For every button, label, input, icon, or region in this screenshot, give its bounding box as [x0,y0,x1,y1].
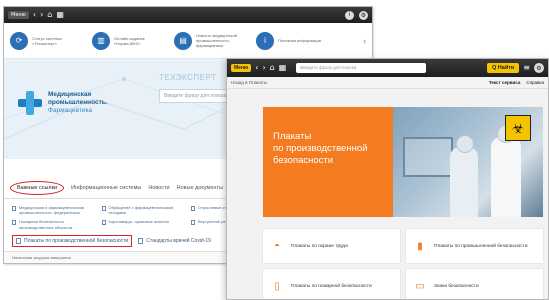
list-item[interactable]: Пожарная безопасность производственных о… [12,219,96,230]
toolbar: Меню ‹ › ⌂ ▦ Введите фразу для поиска Q … [227,59,548,77]
fire-extinguisher-icon: ▯ [274,280,280,292]
link-label: Пожарная безопасность производственных о… [19,219,72,230]
tab-info-systems[interactable]: Информационные системы [71,185,141,191]
document-icon: ▤ [174,31,192,50]
safety-posters-label: Плакаты по производственной безопасности [24,237,129,244]
quick-link-status[interactable]: ⟳ Статус системы «Техэксперт» [10,31,92,50]
quick-link-label: Новости медицинской промышленности, фарм… [196,33,238,48]
menu-button[interactable]: Меню [231,64,252,72]
covid-standards-link[interactable]: Стандарты врачей Covid-19 [138,237,211,244]
building-icon: ▥ [92,31,110,50]
settings-icon[interactable]: ⚙ [534,63,544,73]
document-icon [16,237,21,244]
settings-icon[interactable]: ⚙ [359,10,368,20]
back-icon[interactable]: ‹ [255,64,258,72]
lab-worker [491,125,521,217]
card-label: Плакаты по пожарной безопасности [291,283,372,289]
forward-icon[interactable]: › [262,64,265,72]
document-icon [101,206,106,211]
quick-link-label: Онлайн-издание «Норма.ЖКХ» [114,35,145,46]
poster-categories: ◓ Плакаты по охране труда ▮ Плакаты по п… [263,229,543,299]
quick-link-label: Статус системы «Техэксперт» [32,35,62,46]
card-safety-signs[interactable]: ▭ Знаки безопасности [406,269,543,299]
tab-help[interactable]: Справка [526,80,544,85]
card-label: Знаки безопасности [434,283,479,289]
hero-title-line3: Фармацевтика [48,106,93,114]
card-fire-safety[interactable]: ▯ Плакаты по пожарной безопасности [263,269,400,299]
info-icon[interactable]: i [345,10,354,20]
hero-title-line1: Медицинская [48,91,92,99]
search-input[interactable]: Введите фразу для поиска [296,63,427,73]
forward-icon[interactable]: › [40,11,43,19]
quick-link-norma[interactable]: ▥ Онлайн-издание «Норма.ЖКХ» [92,31,174,50]
document-icon [191,220,195,226]
helmet-icon: ◓ [273,240,281,252]
document-icon [101,220,106,226]
foreground-window: Меню ‹ › ⌂ ▦ Введите фразу для поиска Q … [226,58,549,300]
find-button[interactable]: Q Найти [487,63,520,73]
list-icon[interactable]: ≡ [523,64,530,72]
section-logo: Медицинская промышленность. Фармацевтика [18,91,123,115]
tab-new-documents[interactable]: Новые документы [177,185,223,191]
grid-icon[interactable]: ▦ [279,64,287,72]
info-icon: i [256,31,274,50]
link-label: Коронавирус: правовые аспекты [108,219,170,225]
covid-standards-label: Стандарты врачей Covid-19 [146,237,211,244]
quick-link-info[interactable]: i Полезная информация [256,31,338,50]
toolbar: Меню ‹ › ⌂ ▦ i ⚙ [4,7,372,23]
banner-title: Плакаты по производственной безопасности [273,131,393,167]
menu-button[interactable]: Меню [8,11,29,19]
card-labor-safety[interactable]: ◓ Плакаты по охране труда [263,229,400,263]
tab-important-links[interactable]: Важные ссылки [10,180,65,195]
link-label: Обращение с фармацевтическими отходами [108,205,174,216]
breadcrumb[interactable]: Назад в Плакаты [231,80,267,85]
list-item[interactable]: Обращение с фармацевтическими отходами [101,205,186,216]
back-icon[interactable]: ‹ [33,11,36,19]
link-label: Медицинская и фармацевтическая промышлен… [19,205,85,216]
list-item[interactable]: Медицинская и фармацевтическая промышлен… [12,205,96,215]
page-content: Плакаты по производственной безопасности… [227,89,548,299]
document-icon [12,220,16,226]
grid-icon[interactable]: ▦ [56,11,64,19]
list-item[interactable]: Коронавирус: правовые аспекты [101,219,186,229]
brand-watermark: ТЕХЭКСПЕРТ [159,73,217,82]
card-industrial-safety[interactable]: ▮ Плакаты по промышленной безопасности [406,229,543,263]
hero-title-line2: промышленность. [48,99,108,107]
lab-worker [450,135,478,217]
banner-line1: Плакаты [273,131,312,142]
tab-news[interactable]: Новости [148,185,169,191]
banner-line3: безопасности [273,154,334,166]
medical-cross-icon [18,91,42,115]
sub-toolbar: Назад в Плакаты Текст сервиса Справка [227,77,548,89]
card-label: Плакаты по промышленной безопасности [434,243,528,249]
home-icon[interactable]: ⌂ [270,64,275,72]
card-label: Плакаты по охране труда [291,243,348,249]
warning-sign-icon: ▭ [415,280,425,292]
quick-links-row: ⟳ Статус системы «Техэксперт» ▥ Онлайн-и… [4,23,372,59]
posters-banner: Плакаты по производственной безопасности… [263,107,543,217]
banner-line2: по производственной [273,142,368,154]
refresh-icon: ⟳ [10,31,28,50]
chevron-right-icon[interactable]: › [363,36,366,46]
torch-icon: ▮ [417,240,423,252]
tab-service-text[interactable]: Текст сервиса [489,80,521,85]
document-icon [191,206,195,211]
biohazard-sign-icon: ☣ [505,115,531,141]
quick-link-news[interactable]: ▤ Новости медицинской промышленности, фа… [174,31,256,50]
document-icon [12,206,16,211]
home-icon[interactable]: ⌂ [47,11,52,19]
lab-workers-photo: ☣ [393,107,543,217]
lab-equipment [403,137,453,177]
safety-posters-link[interactable]: Плакаты по производственной безопасности [12,234,133,247]
quick-link-label: Полезная информация [278,38,321,43]
document-icon [138,237,144,244]
